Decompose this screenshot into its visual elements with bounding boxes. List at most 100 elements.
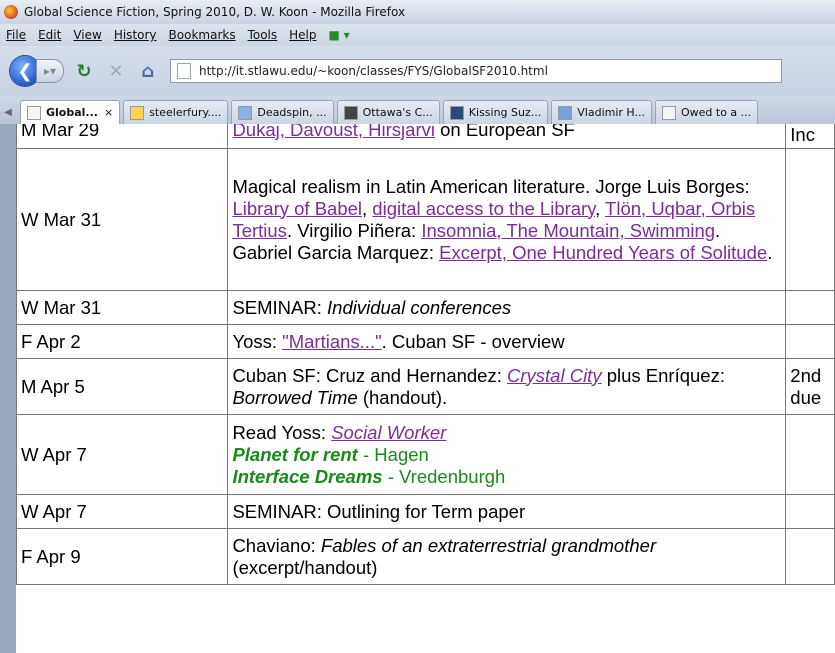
tab-kissing[interactable]: Kissing Suz... [442, 100, 549, 124]
date-cell: W Mar 31 [16, 290, 229, 325]
topic-cell: Yoss: "Martians...". Cuban SF - overview [227, 324, 787, 359]
reading-link[interactable]: Social Worker [331, 422, 446, 443]
menu-tools[interactable]: Tools [242, 28, 284, 42]
tab-steelerfury[interactable]: steelerfury.... [123, 100, 229, 124]
tab-scroll-left-icon[interactable]: ◀ [0, 101, 16, 124]
topic-text: Fables of an extraterrestrial grandmothe… [320, 534, 657, 556]
reading-link[interactable]: Excerpt, One Hundred Years of Solitude [439, 242, 767, 263]
topic-text: (excerpt/handout) [232, 556, 378, 578]
reload-icon[interactable]: ↻ [72, 59, 96, 83]
menu-help[interactable]: Help [283, 28, 322, 42]
notes-cell [785, 414, 835, 495]
tab-global[interactable]: Global... × [20, 100, 121, 124]
reading-link[interactable]: Crystal City [507, 365, 602, 386]
reading-link[interactable]: Dukaj, Davoust, Hirsjarvi [232, 124, 435, 140]
table-row: M Mar 29 Dukaj, Davoust, Hirsjarvi on Eu… [16, 124, 835, 149]
topic-cell: Cuban SF: Cruz and Hernandez: Crystal Ci… [227, 358, 787, 415]
tab-label: Vladimir H... [577, 106, 645, 119]
reading-link[interactable]: digital access to the Library [372, 198, 595, 219]
topic-text: on European SF [434, 124, 575, 140]
tab-label: Ottawa's C... [362, 106, 433, 119]
document: M Mar 29 Dukaj, Davoust, Hirsjarvi on Eu… [16, 124, 835, 653]
presenter-name: - Hagen [357, 443, 429, 465]
topic-cell: Dukaj, Davoust, Hirsjarvi on European SF [227, 124, 787, 149]
presentation-title: Interface Dreams [232, 465, 383, 487]
notes-cell [785, 324, 835, 359]
schedule-table: M Mar 29 Dukaj, Davoust, Hirsjarvi on Eu… [16, 124, 835, 585]
site-icon [343, 105, 358, 120]
table-row: F Apr 9 Chaviano: Fables of an extraterr… [16, 528, 835, 585]
topic-cell: SEMINAR: Outlining for Term paper [227, 494, 787, 529]
notes-cell [785, 290, 835, 325]
topic-text: Cuban SF: Cruz and Hernandez: [232, 364, 508, 386]
reading-link[interactable]: Library of Babel [232, 198, 362, 219]
topic-cell: Read Yoss: Social Worker Planet for rent … [227, 414, 787, 495]
site-icon [130, 105, 145, 120]
reading-link[interactable]: "Martians..." [282, 331, 382, 352]
date-cell: M Mar 29 [16, 124, 229, 149]
reading-link[interactable]: Insomnia, The Mountain, Swimming [421, 220, 715, 241]
topic-text: . [767, 241, 773, 263]
window-title: Global Science Fiction, Spring 2010, D. … [24, 5, 406, 19]
topic-text: SEMINAR: [232, 296, 328, 318]
tab-deadspin[interactable]: Deadspin, ... [231, 100, 334, 124]
notes-text: due [790, 386, 822, 408]
addon-icon[interactable]: ■ ▾ [323, 28, 356, 42]
topic-text: Read Yoss: [232, 421, 332, 443]
menu-history[interactable]: History [108, 28, 163, 42]
notes-text: Inc [790, 124, 815, 145]
site-icon [558, 105, 573, 120]
topic-text: plus Enríquez: [601, 364, 725, 386]
topic-cell: Magical realism in Latin American litera… [227, 148, 787, 291]
tab-vladimir[interactable]: Vladimir H... [551, 100, 652, 124]
forward-button[interactable]: ▸▾ [36, 59, 64, 83]
menu-bar: File Edit View History Bookmarks Tools H… [0, 24, 835, 46]
address-bar[interactable]: http://it.stlawu.edu/~koon/classes/FYS/G… [170, 59, 782, 83]
topic-cell: Chaviano: Fables of an extraterrestrial … [227, 528, 787, 585]
tab-owed[interactable]: Owed to a ... [654, 100, 759, 124]
topic-text: , [362, 197, 373, 219]
notes-cell [785, 528, 835, 585]
home-icon[interactable]: ⌂ [136, 59, 160, 83]
notes-cell [785, 148, 835, 291]
page-viewport: M Mar 29 Dukaj, Davoust, Hirsjarvi on Eu… [0, 124, 835, 653]
table-row: F Apr 2 Yoss: "Martians...". Cuban SF - … [16, 324, 835, 359]
topic-text: Individual conferences [327, 296, 512, 318]
tab-ottawa[interactable]: Ottawa's C... [336, 100, 440, 124]
date-cell: W Apr 7 [16, 414, 229, 495]
stop-icon[interactable]: ✕ [104, 59, 128, 83]
site-icon [449, 105, 464, 120]
notes-cell: Inc [785, 124, 835, 149]
page-icon [27, 105, 41, 120]
menu-file[interactable]: File [0, 28, 32, 42]
tab-label: Owed to a ... [680, 106, 752, 119]
topic-text: . Virgilio Piñera: [286, 219, 422, 241]
topic-text: (handout). [357, 386, 448, 408]
presentation-title: Planet for rent [232, 443, 358, 465]
notes-cell [785, 494, 835, 529]
notes-text: 2nd [790, 364, 822, 386]
tab-label: Deadspin, ... [257, 106, 327, 119]
menu-edit[interactable]: Edit [32, 28, 67, 42]
topic-text: Magical realism in Latin American litera… [232, 175, 750, 197]
close-icon[interactable]: × [104, 106, 113, 119]
tab-label: Kissing Suz... [468, 106, 542, 119]
back-arrow-icon: ❮ [17, 60, 33, 82]
table-row: W Apr 7 SEMINAR: Outlining for Term pape… [16, 494, 835, 529]
page-icon [661, 105, 676, 120]
table-row: W Apr 7 Read Yoss: Social Worker Planet f… [16, 414, 835, 495]
tab-label: steelerfury.... [149, 106, 222, 119]
forward-arrow-icon: ▸▾ [43, 64, 57, 78]
date-cell: F Apr 9 [16, 528, 229, 585]
menu-view[interactable]: View [67, 28, 107, 42]
table-row: W Mar 31 SEMINAR: Individual conferences [16, 290, 835, 325]
tab-bar: ◀ Global... × steelerfury.... Deadspin, … [0, 96, 835, 125]
firefox-icon [4, 5, 18, 19]
topic-text: Chaviano: [232, 534, 321, 556]
date-cell: M Apr 5 [16, 358, 229, 415]
topic-text: . Cuban SF - overview [381, 330, 565, 352]
menu-bookmarks[interactable]: Bookmarks [163, 28, 242, 42]
site-icon [238, 105, 253, 120]
title-bar: Global Science Fiction, Spring 2010, D. … [0, 0, 835, 25]
topic-cell: SEMINAR: Individual conferences [227, 290, 787, 325]
